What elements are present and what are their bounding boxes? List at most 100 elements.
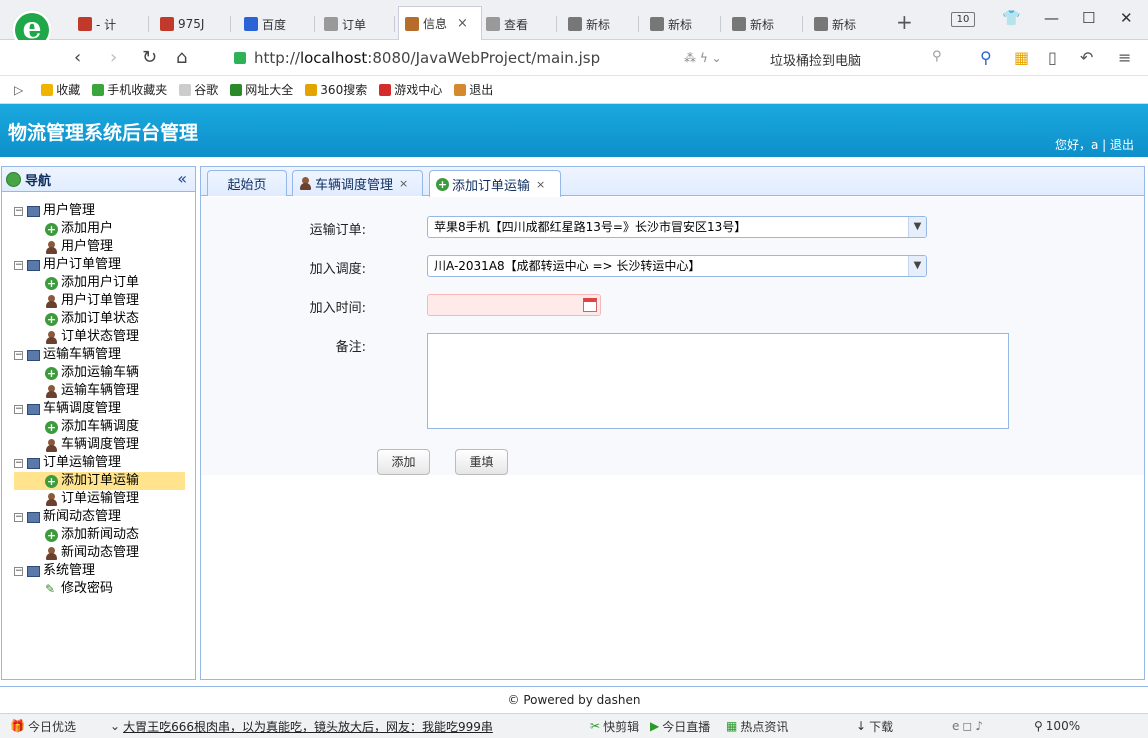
browser-tab[interactable]: 查看 [480,8,552,40]
collapse-toggle-icon[interactable]: − [14,512,23,522]
collapse-toggle-icon[interactable]: − [14,404,23,414]
add-transport-form: 运输订单: 苹果8手机【四川成都红星路13号=》长沙市冒安区13号】 ▼ 加入调… [201,197,1144,475]
undo-icon[interactable]: ↶ [1080,48,1093,67]
tree-item[interactable]: 新闻动态管理 [14,544,195,562]
add-button[interactable]: 添加 [377,449,430,475]
chevron-down-icon[interactable]: ▼ [908,217,926,237]
tree-item[interactable]: 订单运输管理 [14,490,195,508]
tree-group[interactable]: − 用户管理 [14,202,195,220]
apps-icon[interactable]: ▦ [1014,48,1029,67]
today-picks[interactable]: 🎁 今日优选 [10,718,110,735]
bookmark-item[interactable]: 谷歌 [179,81,218,98]
minimize-icon[interactable]: — [1044,9,1059,27]
download[interactable]: ↓ 下载 [856,718,952,735]
tree-item[interactable]: + 添加用户订单 [14,274,195,292]
tree-group[interactable]: − 系统管理 [14,562,195,580]
tree-group[interactable]: − 订单运输管理 [14,454,195,472]
back-icon[interactable]: ‹ [74,47,81,68]
time-input[interactable] [427,294,601,316]
tree-group[interactable]: − 新闻动态管理 [14,508,195,526]
home-icon[interactable]: ⌂ [176,47,187,68]
secure-icon [234,52,246,64]
tree-group[interactable]: − 用户订单管理 [14,256,195,274]
browser-tab-label: 新标 [832,17,857,32]
maximize-icon[interactable]: ☐ [1082,9,1095,27]
browser-tab[interactable]: - 计 [72,8,144,40]
tree-item-label: 添加新闻动态 [61,527,140,542]
tree-item-label: 订单运输管理 [61,491,140,506]
logout-link[interactable]: 退出 [1110,138,1134,152]
collapse-toggle-icon[interactable]: − [14,458,23,468]
tree-item[interactable]: ✎ 修改密码 [14,580,195,598]
tree-item[interactable]: 用户订单管理 [14,292,195,310]
tree-item[interactable]: + 添加订单运输 [14,472,185,490]
dispatch-select[interactable]: 川A-2031A8【成都转运中心 => 长沙转运中心】 ▼ [427,255,927,277]
browser-tab[interactable]: 新标 [644,8,716,40]
calendar-icon[interactable] [583,298,597,312]
new-tab-button[interactable]: + [896,10,913,34]
extension-icons[interactable]: ⁂ ϟ ⌄ [684,51,722,65]
exit-icon [454,83,467,96]
tree-item[interactable]: + 添加运输车辆 [14,364,195,382]
tree-item[interactable]: 用户管理 [14,238,195,256]
order-select[interactable]: 苹果8手机【四川成都红星路13号=》长沙市冒安区13号】 ▼ [427,216,927,238]
bookmark-item[interactable]: 网址大全 [230,81,293,98]
tree-group[interactable]: − 运输车辆管理 [14,346,195,364]
live-stream[interactable]: ▶ 今日直播 [650,718,726,735]
collapse-toggle-icon[interactable]: − [14,260,23,270]
hot-news[interactable]: ▦ 热点资讯 [726,718,856,735]
collapse-toggle-icon[interactable]: − [14,566,23,576]
collapse-icon[interactable]: « [177,169,187,188]
tree-item[interactable]: 订单状态管理 [14,328,195,346]
content-tab[interactable]: 起始页 [207,170,287,196]
sidebar-toggle-icon[interactable]: ▷ [14,83,23,97]
browser-tab[interactable]: 新标 [562,8,634,40]
browser-tab[interactable]: 新标 [808,8,880,40]
browser-tab[interactable]: 百度 [238,8,310,40]
bookmark-item[interactable]: 游戏中心 [379,81,442,98]
remark-textarea[interactable] [427,333,1009,429]
chevron-down-icon[interactable]: ▼ [908,256,926,276]
tree-item[interactable]: + 添加车辆调度 [14,418,195,436]
close-icon[interactable]: × [457,16,468,31]
forward-icon[interactable]: › [110,47,117,68]
shirt-icon[interactable]: 👕 [1002,9,1021,27]
collapse-toggle-icon[interactable]: − [14,350,23,360]
bookmark-item[interactable]: 手机收藏夹 [92,81,167,98]
collapse-toggle-icon[interactable]: − [14,206,23,216]
reload-icon[interactable]: ↻ [142,47,157,68]
bookmark-item[interactable]: 收藏 [41,81,80,98]
status-tools[interactable]: e ◻ ♪ [952,719,1034,733]
close-icon[interactable]: × [399,177,408,190]
browser-tab[interactable]: 新标 [726,8,798,40]
search-icon[interactable]: ⚲ [932,49,942,64]
content-tab-label: 起始页 [227,178,267,193]
browser-tab[interactable]: 订单 [318,8,390,40]
menu-icon[interactable]: ≡ [1118,48,1131,67]
tree-item[interactable]: + 添加新闻动态 [14,526,195,544]
browser-tab[interactable]: 975J [154,8,226,40]
tree-group[interactable]: − 车辆调度管理 [14,400,195,418]
zoom-control[interactable]: ⚲ 100% [1034,719,1080,733]
close-window-icon[interactable]: ✕ [1120,9,1133,27]
news-ticker[interactable]: ⌄ 大胃王吃666根肉串，以为真能吃，镜头放大后，网友：我能吃999串 [110,718,590,735]
magnifier-icon[interactable]: ⚲ [980,48,992,67]
content-tab[interactable]: + 添加订单运输 × [429,170,561,197]
add-icon: + [45,474,58,488]
content-tab[interactable]: 车辆调度管理 × [292,170,423,196]
tree-item[interactable]: + 添加用户 [14,220,195,238]
tree-item[interactable]: 车辆调度管理 [14,436,195,454]
bookmark-item[interactable]: 退出 [454,81,493,98]
tree-item[interactable]: 运输车辆管理 [14,382,195,400]
close-icon[interactable]: × [536,178,545,191]
tree-item[interactable]: + 添加订单状态 [14,310,195,328]
phone-icon[interactable]: ▯ [1048,48,1057,67]
search-suggestion[interactable]: 垃圾桶捡到电脑 [770,50,861,69]
tab-favicon-icon [244,17,258,31]
browser-tab[interactable]: 信息 × [398,6,482,40]
tab-count-badge[interactable]: 10 [951,12,975,27]
user-icon [45,492,58,506]
quick-edit[interactable]: ✂ 快剪辑 [590,718,650,735]
bookmark-item[interactable]: 360搜索 [305,81,367,98]
reset-button[interactable]: 重填 [455,449,508,475]
